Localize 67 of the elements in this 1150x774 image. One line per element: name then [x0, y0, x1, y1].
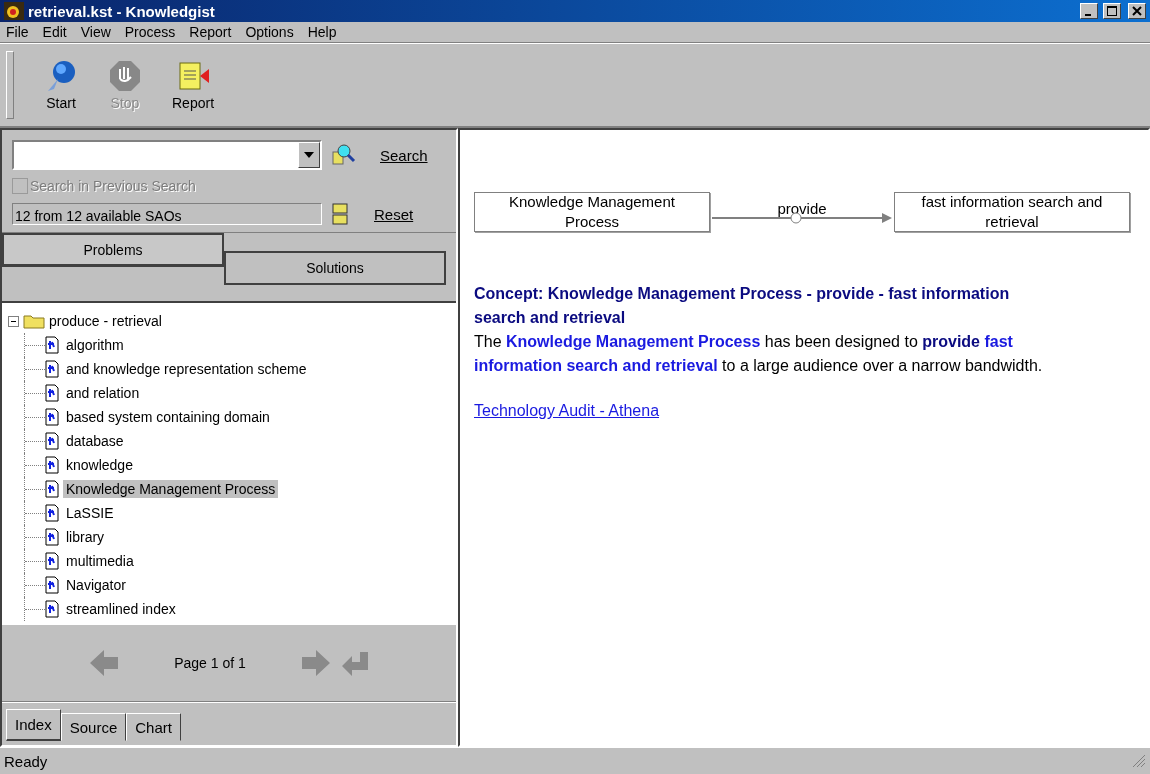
document-icon — [176, 59, 210, 93]
tree-item[interactable]: multimedia — [63, 552, 137, 570]
tree-item[interactable]: library — [63, 528, 108, 546]
search-button[interactable]: Search — [376, 146, 432, 164]
tree-item[interactable]: LaSSIE — [63, 504, 117, 522]
document-icon — [45, 456, 59, 474]
document-icon — [45, 600, 59, 618]
tree-item[interactable]: database — [63, 432, 127, 450]
result-count: 12 from 12 available SAOs — [12, 203, 322, 225]
tree-item[interactable]: streamlined index — [63, 600, 179, 618]
document-icon — [45, 528, 59, 546]
concept-description: The Knowledge Management Process has been designed to provide fast information search and retrieval to a large audience over a narrow bandwidth. — [474, 332, 1044, 376]
document-icon — [45, 432, 59, 450]
status-text: Ready — [4, 752, 48, 770]
tree-item[interactable]: knowledge — [63, 456, 136, 474]
menu-item[interactable]: Options — [245, 24, 294, 40]
document-icon — [45, 576, 59, 594]
toolbar-grip[interactable] — [6, 51, 14, 119]
folders-icon — [330, 202, 350, 226]
menu-item[interactable]: Report — [189, 24, 232, 40]
tree-item[interactable]: and knowledge representation scheme — [63, 360, 310, 378]
tree-item[interactable]: based system containing domain — [63, 408, 273, 426]
view-tab[interactable]: Solutions — [224, 251, 446, 285]
tree-item[interactable]: algorithm — [63, 336, 127, 354]
action-label: provide — [777, 199, 827, 217]
resize-grip-icon[interactable] — [1132, 754, 1146, 768]
page-indicator: Page 1 of 1 — [174, 655, 246, 671]
app-icon — [4, 2, 24, 20]
dropdown-caret-icon — [304, 152, 314, 158]
document-icon — [45, 384, 59, 402]
search-icon — [330, 142, 356, 168]
source-link[interactable]: Technology Audit - Athena — [474, 402, 660, 420]
collapse-icon[interactable] — [8, 315, 19, 327]
reset-button[interactable]: Reset — [370, 205, 418, 223]
view-tab[interactable]: Problems — [2, 233, 224, 267]
close-icon — [1132, 6, 1142, 16]
document-icon — [45, 480, 59, 498]
tree-item[interactable]: Knowledge Management Process — [63, 480, 279, 498]
menu-item[interactable]: Process — [124, 24, 176, 40]
menu-item[interactable]: Edit — [42, 24, 67, 40]
close-button[interactable] — [1128, 3, 1146, 19]
tree-node[interactable]: produce - retrieval — [49, 313, 162, 329]
subject-node: Knowledge Management Process — [474, 192, 710, 232]
bottom-tab[interactable]: Index — [6, 709, 61, 741]
maximize-icon — [1107, 6, 1117, 16]
toolbar-button[interactable]: Start — [44, 59, 78, 111]
folder-icon — [23, 313, 45, 329]
document-icon — [45, 360, 59, 378]
window-title: retrieval.kst - Knowledgist — [28, 2, 216, 20]
menu-item[interactable]: View — [80, 24, 111, 40]
minimize-icon — [1084, 13, 1091, 16]
object-node: fast information search and retrieval — [894, 192, 1130, 232]
bottom-tab[interactable]: Source — [60, 713, 127, 741]
document-icon — [45, 408, 59, 426]
tree-item[interactable]: Navigator — [63, 576, 129, 594]
toolbar-button[interactable]: Report — [172, 59, 215, 111]
menu-item[interactable]: Help — [307, 24, 337, 40]
tree-item[interactable]: and relation — [63, 384, 143, 402]
document-icon — [45, 336, 59, 354]
document-icon — [45, 504, 59, 522]
document-icon — [45, 552, 59, 570]
menu-item[interactable]: File — [6, 24, 29, 40]
bottom-tab[interactable]: Chart — [126, 713, 181, 741]
minimize-button[interactable] — [1080, 3, 1098, 19]
search-field[interactable] — [12, 140, 322, 170]
stop-icon — [108, 59, 142, 93]
maximize-button[interactable] — [1103, 3, 1121, 19]
